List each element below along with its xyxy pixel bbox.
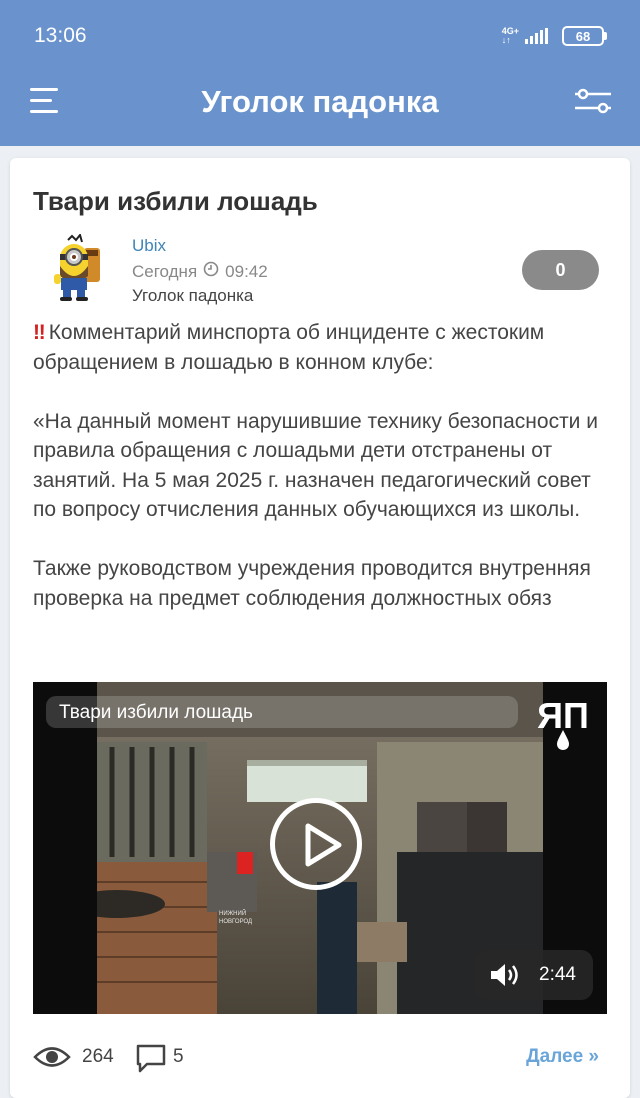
battery-icon: 68 (562, 26, 607, 46)
clock-icon (203, 261, 219, 282)
page-title: Уголок падонка (201, 84, 439, 119)
post-datetime: Сегодня 09:42 (132, 261, 268, 282)
post-card: Твари избили лошадь Ubix Сегодня 09:42 У… (10, 158, 630, 1098)
post-text: ‼ Комментарий минспорта об инциденте с же… (33, 318, 618, 613)
community-name[interactable]: Уголок падонка (132, 286, 253, 306)
logo-text: ЯП (537, 695, 589, 736)
video-watermark-line1: НИЖНИЙ (219, 909, 246, 917)
post-date: Сегодня (132, 261, 198, 281)
post-title[interactable]: Твари избили лошадь (33, 186, 318, 217)
status-time: 13:06 (34, 24, 87, 47)
video-duration: 2:44 (539, 964, 576, 985)
avatar[interactable] (46, 232, 112, 304)
eye-icon (33, 1044, 71, 1075)
post-time: 09:42 (225, 261, 268, 281)
rating-badge[interactable]: 0 (522, 250, 599, 290)
read-more-link[interactable]: Далее » (526, 1046, 599, 1068)
play-icon (305, 823, 342, 867)
status-indicators: 4G+ ↓↑ 68 (501, 24, 607, 48)
speaker-icon[interactable] (489, 961, 523, 994)
yap-logo: ЯП (531, 692, 595, 752)
views-count: 264 (82, 1046, 114, 1067)
signal-icon (525, 28, 548, 44)
audio-duration-pill: 2:44 (475, 950, 593, 1000)
app-header: 13:06 4G+ ↓↑ 68 Уголок падонка (0, 0, 640, 146)
video-player[interactable]: НИЖНИЙ НОВГОРОД Твари избили лошадь ЯП 2… (33, 682, 607, 1014)
network-type-icon: 4G+ ↓↑ (501, 26, 519, 45)
video-title-bar: Твари избили лошадь (46, 696, 518, 728)
comments-count[interactable]: 5 (173, 1046, 184, 1068)
author-name[interactable]: Ubix (132, 236, 166, 256)
paragraph-1: ‼ Комментарий минспорта об инциденте с же… (33, 321, 545, 374)
video-title: Твари избили лошадь (59, 702, 253, 723)
comment-icon[interactable] (135, 1043, 167, 1078)
double-exclamation-icon: ‼ (33, 321, 46, 344)
paragraph-2: «На данный момент нарушившие технику без… (33, 409, 598, 522)
play-button[interactable] (270, 798, 362, 890)
post-footer: 264 5 Далее » (33, 1042, 607, 1074)
filter-sliders-icon[interactable] (574, 88, 612, 114)
paragraph-3: Также руководством учреждения проводится… (33, 557, 591, 610)
video-watermark-line2: НОВГОРОД (219, 919, 252, 925)
